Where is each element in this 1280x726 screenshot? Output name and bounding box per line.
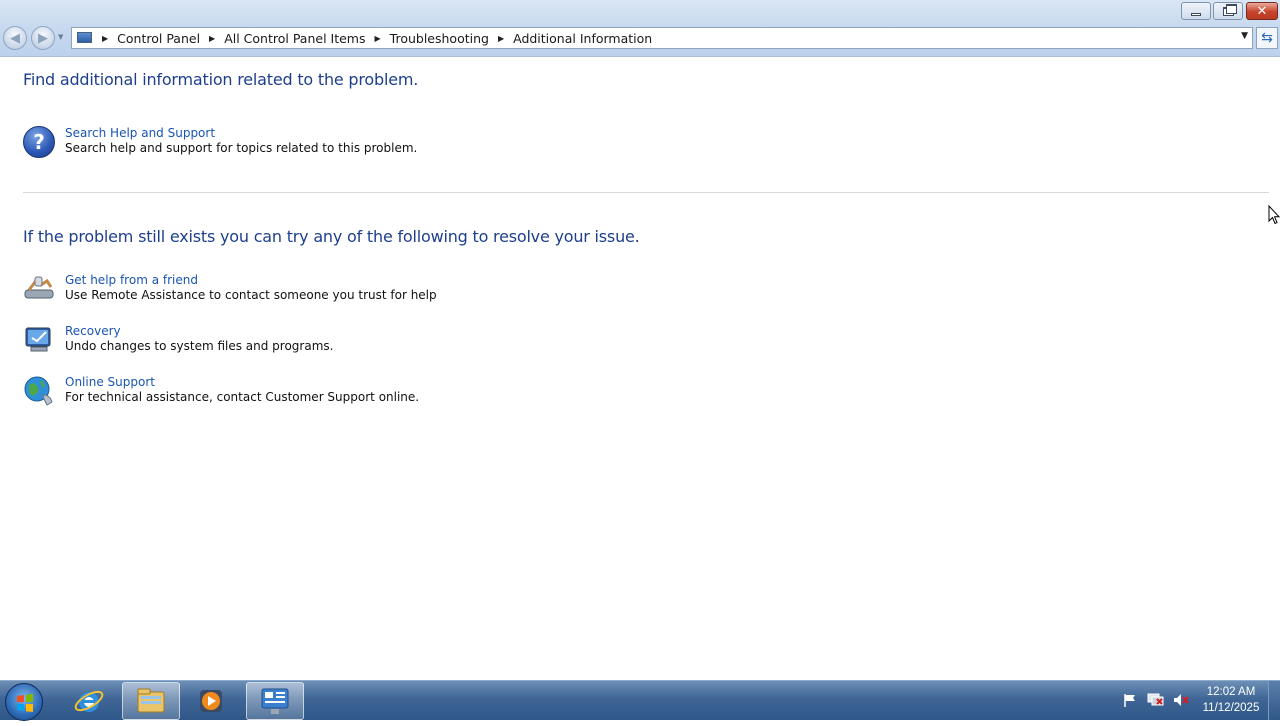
breadcrumb-arrow-icon[interactable]: ▶ bbox=[498, 34, 504, 43]
close-icon: ✕ bbox=[1256, 3, 1268, 19]
minimize-button[interactable] bbox=[1181, 2, 1211, 20]
taskbar-clock[interactable]: 12:02 AM 11/12/2025 bbox=[1192, 684, 1270, 716]
start-button[interactable] bbox=[5, 683, 43, 721]
network-icon[interactable] bbox=[1147, 692, 1164, 708]
minimize-icon bbox=[1191, 12, 1201, 16]
breadcrumb-additional-information[interactable]: Additional Information bbox=[513, 31, 652, 46]
close-button[interactable]: ✕ bbox=[1246, 2, 1278, 20]
search-help-support-description: Search help and support for topics relat… bbox=[65, 141, 418, 155]
taskbar-windows-explorer[interactable] bbox=[122, 682, 180, 720]
taskbar-control-panel[interactable] bbox=[246, 682, 304, 720]
forward-arrow-icon: ▶ bbox=[38, 30, 48, 46]
control-panel-address-icon bbox=[77, 31, 93, 45]
back-button[interactable]: ◀ bbox=[3, 26, 27, 50]
breadcrumb-all-control-panel-items[interactable]: All Control Panel Items bbox=[224, 31, 365, 46]
help-question-icon: ? bbox=[23, 126, 55, 158]
recent-pages-dropdown[interactable]: ▼ bbox=[58, 33, 67, 43]
restore-icon bbox=[1222, 3, 1237, 16]
taskbar-internet-explorer[interactable] bbox=[60, 682, 118, 720]
globe-support-icon bbox=[23, 375, 55, 407]
taskbar-media-player[interactable] bbox=[182, 682, 240, 720]
breadcrumb-arrow-icon[interactable]: ▶ bbox=[102, 34, 108, 43]
forward-button[interactable]: ▶ bbox=[31, 26, 55, 50]
recovery-link[interactable]: Recovery bbox=[65, 324, 121, 338]
section-heading-additional-info: Find additional information related to t… bbox=[23, 70, 419, 89]
control-panel-icon bbox=[261, 688, 289, 714]
title-bar: ✕ ◀ ▶ ▼ ▶ Control Panel ▶ All Control Pa… bbox=[0, 0, 1280, 57]
breadcrumb-control-panel[interactable]: Control Panel bbox=[117, 31, 200, 46]
mouse-cursor-icon bbox=[1268, 204, 1280, 225]
get-help-from-friend-link[interactable]: Get help from a friend bbox=[65, 273, 198, 287]
refresh-button[interactable]: ⇆ bbox=[1256, 27, 1278, 49]
media-player-icon bbox=[200, 690, 222, 712]
search-help-support-link[interactable]: Search Help and Support bbox=[65, 126, 215, 140]
breadcrumb-arrow-icon[interactable]: ▶ bbox=[375, 34, 381, 43]
refresh-icon: ⇆ bbox=[1261, 30, 1273, 46]
remote-assistance-icon bbox=[23, 273, 55, 305]
control-panel-window: ✕ ◀ ▶ ▼ ▶ Control Panel ▶ All Control Pa… bbox=[0, 0, 1280, 680]
breadcrumb-troubleshooting[interactable]: Troubleshooting bbox=[390, 31, 489, 46]
clock-time: 12:02 AM bbox=[1206, 686, 1256, 698]
breadcrumb-arrow-icon[interactable]: ▶ bbox=[209, 34, 215, 43]
back-arrow-icon: ◀ bbox=[10, 30, 20, 46]
windows-explorer-icon bbox=[137, 688, 165, 713]
action-center-flag-icon[interactable] bbox=[1122, 692, 1138, 708]
recovery-description: Undo changes to system files and program… bbox=[65, 339, 334, 353]
address-bar[interactable]: ▶ Control Panel ▶ All Control Panel Item… bbox=[71, 27, 1253, 49]
section-heading-resolve-issue: If the problem still exists you can try … bbox=[23, 227, 640, 246]
online-support-description: For technical assistance, contact Custom… bbox=[65, 390, 420, 404]
get-help-from-friend-description: Use Remote Assistance to contact someone… bbox=[65, 288, 437, 302]
address-history-dropdown-icon[interactable]: ▼ bbox=[1241, 31, 1248, 41]
online-support-link[interactable]: Online Support bbox=[65, 375, 155, 389]
recovery-icon bbox=[23, 324, 55, 356]
restore-button[interactable] bbox=[1213, 2, 1243, 20]
clock-date: 11/12/2025 bbox=[1202, 702, 1260, 714]
volume-muted-icon[interactable] bbox=[1172, 692, 1189, 708]
windows-logo-icon bbox=[17, 693, 33, 712]
section-divider bbox=[23, 192, 1269, 193]
internet-explorer-icon bbox=[74, 690, 104, 712]
taskbar bbox=[0, 680, 1280, 721]
